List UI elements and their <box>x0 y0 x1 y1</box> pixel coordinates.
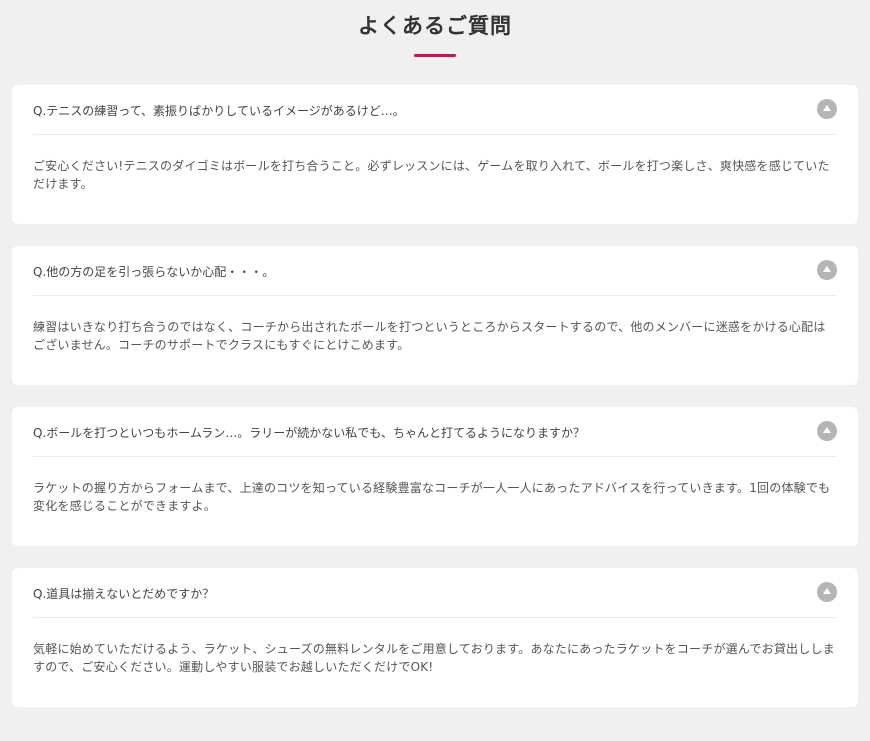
chevron-up-icon[interactable] <box>817 259 837 280</box>
faq-question-toggle[interactable]: Q.ボールを打つといつもホームラン…。ラリーが続かない私でも、ちゃんと打てるよう… <box>33 407 837 457</box>
faq-question-toggle[interactable]: Q.道具は揃えないとだめですか？ <box>33 568 837 618</box>
section-title: よくあるご質問 <box>358 14 512 38</box>
faq-item: Q.ボールを打つといつもホームラン…。ラリーが続かない私でも、ちゃんと打てるよう… <box>12 407 858 546</box>
faq-question: Q.ボールを打つといつもホームラン…。ラリーが続かない私でも、ちゃんと打てるよう… <box>33 425 585 440</box>
faq-answer: ラケットの握り方からフォームまで、上達のコツを知っている経験豊富なコーチが一人一… <box>33 481 831 513</box>
chevron-up-icon[interactable] <box>817 98 837 119</box>
faq-answer: 気軽に始めていただけるよう、ラケット、シューズの無料レンタルをご用意しております… <box>33 642 835 674</box>
faq-question: Q.道具は揃えないとだめですか？ <box>33 586 215 601</box>
faq-list: Q.テニスの練習って、素振りばかりしているイメージがあるけど…。 ご安心ください… <box>12 85 858 729</box>
faq-question-toggle[interactable]: Q.他の方の足を引っ張らないか心配・・・。 <box>33 246 837 296</box>
faq-question: Q.他の方の足を引っ張らないか心配・・・。 <box>33 264 275 279</box>
faq-question: Q.テニスの練習って、素振りばかりしているイメージがあるけど…。 <box>33 103 405 118</box>
faq-question-toggle[interactable]: Q.テニスの練習って、素振りばかりしているイメージがあるけど…。 <box>33 85 837 135</box>
faq-item: Q.道具は揃えないとだめですか？ 気軽に始めていただけるよう、ラケット、シューズ… <box>12 568 858 707</box>
faq-item: Q.他の方の足を引っ張らないか心配・・・。 練習はいきなり打ち合うのではなく、コ… <box>12 246 858 385</box>
faq-answer: ご安心ください!テニスのダイゴミはボールを打ち合うこと。必ずレッスンには、ゲーム… <box>33 159 830 191</box>
title-underline <box>414 54 456 57</box>
faq-item: Q.テニスの練習って、素振りばかりしているイメージがあるけど…。 ご安心ください… <box>12 85 858 224</box>
chevron-up-icon[interactable] <box>817 581 837 602</box>
faq-answer: 練習はいきなり打ち合うのではなく、コーチから出されたボールを打つというところから… <box>33 320 826 352</box>
chevron-up-icon[interactable] <box>817 420 837 441</box>
faq-section: よくあるご質問 Q.テニスの練習って、素振りばかりしているイメージがあるけど…。… <box>0 0 870 741</box>
